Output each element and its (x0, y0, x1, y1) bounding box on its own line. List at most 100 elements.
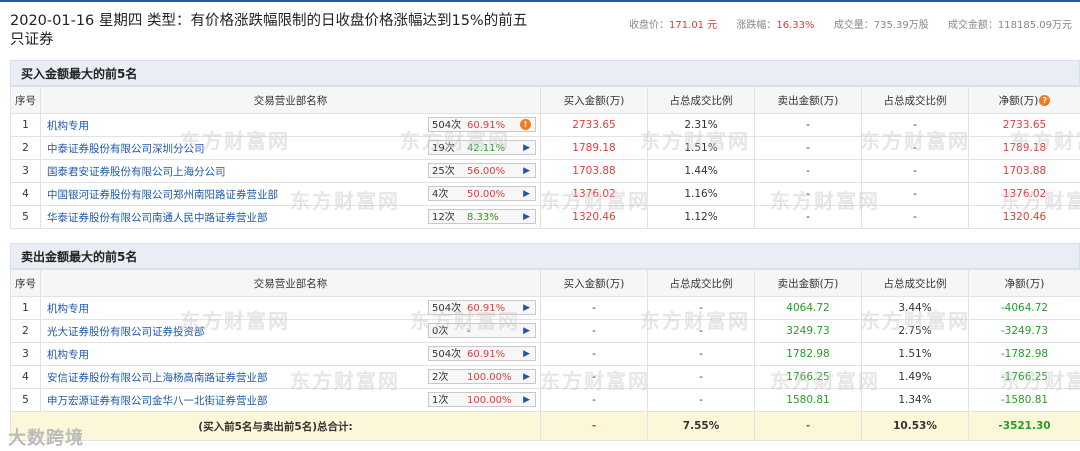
branch-name-link[interactable]: 申万宏源证券有限公司金华八一北街证券营业部 (47, 395, 268, 407)
total-sell-ratio: 10.53% (861, 411, 969, 441)
table-row: 5 华泰证券股份有限公司南通人民中路证券营业部 12次 8.33% ▶ 1320.46 1.… (10, 205, 1080, 229)
page-header: 2020-01-16 星期四 类型：有价格涨跌幅限制的日收盘价格涨幅达到15%的… (10, 12, 1080, 50)
branch-name-link[interactable]: 光大证券股份有限公司证券投资部 (47, 326, 205, 338)
branch-name-link[interactable]: 中国银河证券股份有限公司郑州南阳路证券营业部 (47, 189, 278, 201)
warning-icon[interactable]: ! (520, 119, 531, 130)
branch-win-rate: 60.91% (467, 349, 506, 360)
branch-name-link[interactable]: 安信证券股份有限公司上海杨高南路证券营业部 (47, 372, 268, 384)
buy-amount: 1320.46 (540, 205, 648, 229)
branch-name-cell: 华泰证券股份有限公司南通人民中路证券营业部 12次 8.33% ▶ (40, 205, 541, 229)
arrow-icon[interactable]: ▶ (523, 210, 530, 225)
col-header-name: 交易营业部名称 (40, 269, 541, 297)
branch-win-rate: 50.00% (467, 189, 506, 200)
net-amount: -1782.98 (968, 342, 1080, 366)
arrow-icon[interactable]: ▶ (523, 164, 530, 179)
branch-stat-box[interactable]: 504次 60.91% ▶ (428, 346, 536, 361)
sell-ratio: 1.34% (861, 388, 969, 412)
buy-ratio: - (647, 319, 755, 343)
branch-stat-box[interactable]: 25次 56.00% ▶ (428, 163, 536, 178)
branch-count: 19次 (432, 143, 455, 154)
branch-name-link[interactable]: 机构专用 (47, 349, 89, 361)
branch-win-rate: 56.00% (467, 166, 506, 177)
net-amount: -1580.81 (968, 388, 1080, 412)
arrow-icon[interactable]: ▶ (523, 370, 530, 385)
branch-win-rate: - (467, 326, 471, 337)
branch-name-cell: 机构专用 504次 60.91%! (40, 113, 541, 137)
branch-name-link[interactable]: 机构专用 (47, 120, 89, 132)
branch-stat-box[interactable]: 2次 100.00% ▶ (428, 369, 536, 384)
table-row: 2 光大证券股份有限公司证券投资部 0次 - ▶ - -3249.73 2.75% -3249.… (10, 319, 1080, 343)
col-header-net: 净额(万) (968, 269, 1080, 297)
row-no: 4 (10, 365, 41, 389)
sell-ratio: - (861, 182, 969, 206)
buy-amount: 1376.02 (540, 182, 648, 206)
net-amount: -1766.25 (968, 365, 1080, 389)
buy-amount: 2733.65 (540, 113, 648, 137)
branch-win-rate: 60.91% (467, 120, 506, 131)
buy-ratio: - (647, 296, 755, 320)
branch-stat-box[interactable]: 504次 60.91% ▶ (428, 300, 536, 315)
branch-name-cell: 申万宏源证券有限公司金华八一北街证券营业部 1次 100.00% ▶ (40, 388, 541, 412)
arrow-icon[interactable]: ▶ (523, 393, 530, 408)
arrow-icon[interactable]: ▶ (523, 324, 530, 339)
table-row: 1 机构专用 504次 60.91% ▶ - -4064.72 3.44% -4064.72 (10, 296, 1080, 320)
row-no: 1 (10, 113, 41, 137)
col-header-sell-ratio: 占总成交比例 (861, 86, 969, 114)
row-no: 5 (10, 388, 41, 412)
arrow-icon[interactable]: ▶ (523, 141, 530, 156)
col-header-sell-ratio: 占总成交比例 (861, 269, 969, 297)
branch-stat-box[interactable]: 12次 8.33% ▶ (428, 209, 536, 224)
net-amount: 1703.88 (968, 159, 1080, 183)
branch-name-link[interactable]: 中泰证券股份有限公司深圳分公司 (47, 143, 205, 155)
branch-name-cell: 国泰君安证券股份有限公司上海分公司 25次 56.00% ▶ (40, 159, 541, 183)
arrow-icon[interactable]: ▶ (523, 187, 530, 202)
row-no: 3 (10, 159, 41, 183)
arrow-icon[interactable]: ▶ (523, 301, 530, 316)
sell-amount: 1782.98 (754, 342, 862, 366)
branch-stat-box[interactable]: 0次 - ▶ (428, 323, 536, 338)
net-amount: -3249.73 (968, 319, 1080, 343)
page-title: 2020-01-16 星期四 类型：有价格涨跌幅限制的日收盘价格涨幅达到15%的… (10, 13, 528, 48)
branch-name-cell: 中泰证券股份有限公司深圳分公司 19次 42.11% ▶ (40, 136, 541, 160)
net-amount: 1320.46 (968, 205, 1080, 229)
sell-amount: 1766.25 (754, 365, 862, 389)
volume-label: 成交量： (833, 20, 874, 31)
branch-name-link[interactable]: 国泰君安证券股份有限公司上海分公司 (47, 166, 226, 178)
change-value: 16.33% (776, 20, 815, 31)
sell-ratio: - (861, 159, 969, 183)
table-row: 3 国泰君安证券股份有限公司上海分公司 25次 56.00% ▶ 1703.88 1.44%… (10, 159, 1080, 183)
sell-ratio: 2.75% (861, 319, 969, 343)
total-buy: - (540, 411, 648, 441)
close-value: 171.01 元 (669, 20, 718, 31)
arrow-icon[interactable]: ▶ (523, 347, 530, 362)
branch-count: 504次 (432, 120, 462, 131)
branch-win-rate: 60.91% (467, 303, 506, 314)
branch-stat-box[interactable]: 504次 60.91%! (428, 117, 536, 132)
net-amount: 1789.18 (968, 136, 1080, 160)
row-no: 3 (10, 342, 41, 366)
branch-stat-box[interactable]: 1次 100.00% ▶ (428, 392, 536, 407)
table-row: 5 申万宏源证券有限公司金华八一北街证券营业部 1次 100.00% ▶ - -1580.8… (10, 388, 1080, 412)
branch-name-cell: 安信证券股份有限公司上海杨高南路证券营业部 2次 100.00% ▶ (40, 365, 541, 389)
sell-amount: - (754, 113, 862, 137)
total-row: (买入前5名与卖出前5名)总合计: - 7.55% - 10.53% -3521… (10, 411, 1080, 441)
branch-name-cell: 光大证券股份有限公司证券投资部 0次 - ▶ (40, 319, 541, 343)
help-icon[interactable]: ? (1039, 95, 1051, 106)
branch-count: 1次 (432, 395, 449, 406)
branch-count: 0次 (432, 326, 449, 337)
row-no: 1 (10, 296, 41, 320)
branch-name-link[interactable]: 华泰证券股份有限公司南通人民中路证券营业部 (47, 212, 268, 224)
branch-count: 12次 (432, 212, 455, 223)
branch-stat-box[interactable]: 4次 50.00% ▶ (428, 186, 536, 201)
sell-section-heading: 卖出金额最大的前5名 (10, 243, 1080, 269)
buy-ratio: - (647, 365, 755, 389)
volume-value: 735.39万股 (873, 20, 929, 31)
branch-stat-box[interactable]: 19次 42.11% ▶ (428, 140, 536, 155)
sell-section: 卖出金额最大的前5名 序号 交易营业部名称 买入金额(万) 占总成交比例 卖出金… (10, 243, 1080, 441)
sell-ratio: - (861, 136, 969, 160)
col-header-buy: 买入金额(万) (540, 269, 648, 297)
buy-ratio: 1.51% (647, 136, 755, 160)
col-header-no: 序号 (10, 269, 41, 297)
buy-section: 买入金额最大的前5名 序号 交易营业部名称 买入金额(万) 占总成交比例 卖出金… (10, 60, 1080, 229)
branch-name-link[interactable]: 机构专用 (47, 303, 89, 315)
